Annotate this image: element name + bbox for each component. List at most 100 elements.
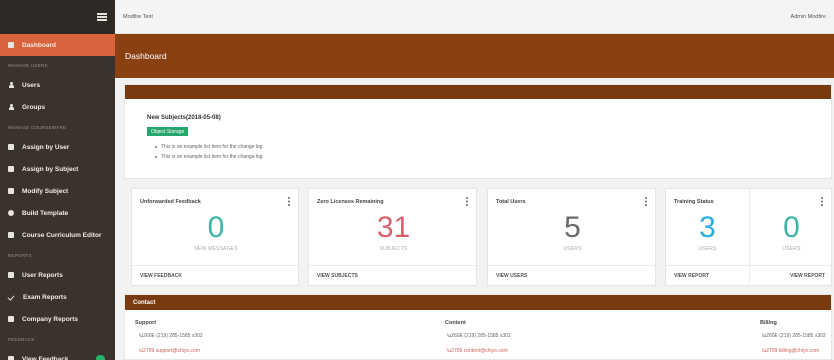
report-icon [8,272,14,278]
assign-user-icon [8,144,14,150]
feedback-card: Unforwarded Feedback 0 NEW MESSAGES VIEW… [131,188,299,286]
training-complete-unit: USERS [782,246,801,252]
content-phone: \u260E (219) 285-1585 x303 [447,333,511,339]
sidebar-item-label: Dashboard [22,41,56,49]
users-card: Total Users 5 USERS VIEW USERS [487,188,656,286]
assign-subject-icon [8,166,14,172]
grid-icon [8,42,14,48]
users-icon [8,104,14,110]
more-options-icon[interactable] [465,197,468,207]
sidebar-item-label: Users [22,81,41,89]
training-complete-count: 0 [783,211,800,244]
card-footer: VIEW FEEDBACK [132,265,298,285]
content-email[interactable]: \u2709 content@chiyo.com [447,348,508,354]
feedback-icon [8,356,14,360]
page-header: Dashboard [115,34,834,78]
sidebar-section-label: MANAGE COURSEWARE [8,124,67,130]
sidebar-item-label: Course Curriculum Editor [22,231,102,239]
app-title: Modfire Test [123,13,153,20]
view-report-link[interactable]: VIEW REPORT [790,273,825,279]
sidebar-item-label: Assign by Subject [22,165,79,173]
more-options-icon[interactable] [644,197,647,207]
changelog-version: New Subjects(2018-05-08) [147,115,221,121]
sidebar-section-label: FEEDBACK [8,336,35,342]
more-options-icon[interactable] [287,197,290,207]
card-title: Total Users [496,199,526,205]
sidebar-item-label: Build Template [22,209,69,217]
editor-icon [8,232,14,238]
changelog-tag-badge: Object Storage [147,127,189,136]
user-icon [8,82,14,88]
billing-phone: \u260E (219) 285-1585 x302 [762,333,826,339]
building-icon [8,316,14,322]
sidebar-header [0,0,115,34]
top-bar: Modfire Test Admin Modfire [115,0,834,34]
more-options-icon[interactable] [820,197,823,207]
users-unit: USERS [563,246,582,252]
licenses-unit: SUBJECTS [379,246,408,252]
card-footer: VIEW USERS [488,265,655,285]
sidebar-item-course-curriculum-editor[interactable]: Course Curriculum Editor [0,224,115,246]
sidebar-section-label: REPORTS [8,252,32,258]
sidebar-item-users[interactable]: Users [0,74,115,96]
sidebar-item-modify-subject[interactable]: Modify Subject [0,180,115,202]
content-label: Content [445,320,466,326]
sidebar-item-label: Groups [22,103,46,111]
contact-panel: Contact Support \u260E (219) 285-1585 x3… [124,294,832,360]
sidebar-nav: Dashboard MANAGE USERS Users Groups MANAGE C… [0,34,115,360]
changelog-list: This is an example list item for the cha… [155,142,262,162]
sidebar-item-assign-by-user[interactable]: Assign by User [0,136,115,158]
users-count: 5 [564,211,581,244]
sidebar-section-label: MANAGE USERS [8,62,48,68]
card-title: Unforwarded Feedback [140,199,201,205]
sidebar-item-label: Assign by User [22,143,70,151]
changelog-item: This is an example list item for the cha… [155,142,262,152]
licenses-card: Zero Licenses Remaining 31 SUBJECTS VIEW… [308,188,477,286]
wrench-icon [8,210,14,216]
notification-badge [96,355,105,360]
card-title: Zero Licenses Remaining [317,199,384,205]
page-title: Dashboard [125,51,167,61]
sidebar-item-dashboard[interactable]: Dashboard [0,34,115,56]
support-phone: \u260E (219) 285-1585 x302 [139,333,203,339]
changelog-item: This is an example list item for the cha… [155,152,262,162]
support-email[interactable]: \u2709 support@chiyo.com [139,348,200,354]
sidebar-item-user-reports[interactable]: User Reports [0,264,115,286]
sidebar-item-build-template[interactable]: Build Template [0,202,115,224]
sidebar-item-assign-by-subject[interactable]: Assign by Subject [0,158,115,180]
changelog-header-bar [125,85,831,99]
hamburger-menu-icon[interactable] [97,13,107,21]
feedback-count: 0 [207,211,225,244]
card-title: Training Status [674,199,714,205]
feedback-unit: NEW MESSAGES [194,246,238,252]
view-feedback-link[interactable]: VIEW FEEDBACK [140,273,182,279]
sidebar-item-label: Company Reports [22,315,78,323]
sidebar-item-company-reports[interactable]: Company Reports [0,308,115,330]
training-in-progress-count: 3 [699,211,716,244]
sidebar: Dashboard MANAGE USERS Users Groups MANAGE C… [0,0,115,360]
user-menu[interactable]: Admin Modfire [791,14,826,20]
training-card: Training Status 3 USERS 0 USERS VIEW REP… [665,188,832,286]
sidebar-item-label: View Feedback [22,355,69,360]
contact-title: Contact [133,299,156,306]
view-users-link[interactable]: VIEW USERS [496,273,527,279]
check-icon [8,294,15,300]
edit-icon [8,188,14,194]
card-footer: VIEW SUBJECTS [309,265,476,285]
view-subjects-link[interactable]: VIEW SUBJECTS [317,273,358,279]
training-in-progress-unit: USERS [698,246,717,252]
billing-email[interactable]: \u2709 billing@chiyo.com [762,348,819,354]
view-report-link[interactable]: VIEW REPORT [674,273,709,279]
card-footer: VIEW REPORT VIEW REPORT [666,265,831,285]
sidebar-item-label: Exam Reports [23,293,67,301]
sidebar-item-exam-reports[interactable]: Exam Reports [0,286,115,308]
sidebar-item-label: User Reports [22,271,63,279]
contact-header: Contact [125,295,831,310]
support-label: Support [135,320,157,326]
billing-label: Billing [760,320,777,326]
changelog-panel: New Subjects(2018-05-08) Object Storage … [124,84,832,179]
sidebar-item-label: Modify Subject [22,187,69,195]
licenses-count: 31 [376,211,411,244]
sidebar-item-groups[interactable]: Groups [0,96,115,118]
sidebar-item-view-feedback[interactable]: View Feedback [0,348,115,360]
